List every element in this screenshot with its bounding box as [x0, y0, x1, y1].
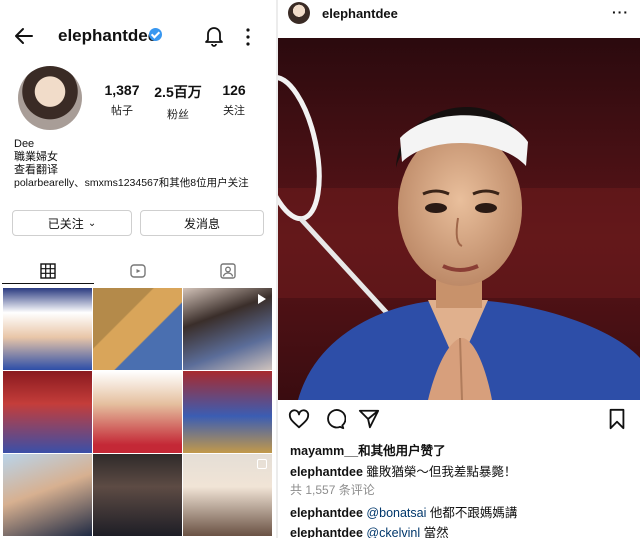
bio-title: 職業婦女 — [14, 151, 58, 163]
comment-mention[interactable]: @ckelvinl — [366, 526, 420, 538]
see-translation-link[interactable]: 查看翻译 — [14, 164, 249, 177]
likes-rest: 和其他用户赞了 — [358, 444, 446, 458]
view-comments-link[interactable]: 共 1,557 条评论 — [290, 481, 375, 498]
profile-header: elephantdee — [0, 18, 276, 54]
tagged-icon — [220, 263, 236, 279]
verified-badge-icon — [149, 28, 162, 41]
grid-post[interactable] — [93, 371, 182, 453]
caption-user[interactable]: elephantdee — [290, 465, 363, 479]
profile-bio: Dee 職業婦女 查看翻译 polarbearelly、smxms1234567… — [14, 138, 249, 190]
stat-posts-value: 1,387 — [104, 82, 140, 98]
grid-post[interactable] — [3, 288, 92, 370]
grid-post[interactable] — [183, 454, 272, 536]
stat-posts[interactable]: 1,387 帖子 — [96, 82, 148, 118]
comment-text: 當然 — [420, 526, 449, 538]
stat-posts-label: 帖子 — [111, 105, 133, 117]
grid-post[interactable] — [183, 371, 272, 453]
tab-tagged[interactable] — [182, 258, 274, 284]
stat-followers-value: 2.5百万 — [154, 84, 202, 100]
post-photo-image — [278, 38, 640, 400]
post-author-avatar[interactable] — [288, 2, 310, 24]
grid-post[interactable] — [93, 288, 182, 370]
stat-following[interactable]: 126 关注 — [208, 82, 260, 118]
post-header: elephantdee ··· — [278, 0, 640, 30]
comment-text: 他都不跟媽媽講 — [426, 506, 518, 520]
more-options-icon[interactable] — [244, 27, 252, 47]
stat-following-label: 关注 — [223, 105, 245, 117]
post-actions — [278, 408, 640, 432]
tab-reels[interactable] — [92, 258, 184, 284]
back-arrow-icon[interactable] — [12, 24, 36, 48]
stat-followers-label: 粉丝 — [167, 109, 189, 121]
video-icon — [258, 294, 266, 304]
grid-post[interactable] — [183, 288, 272, 370]
profile-avatar[interactable] — [18, 66, 82, 130]
stat-following-value: 126 — [222, 82, 246, 98]
comment-icon[interactable] — [324, 408, 346, 430]
comment-user[interactable]: elephantdee — [290, 526, 363, 538]
following-button-label: 已关注 — [47, 216, 84, 231]
post-caption: elephantdee 雖敗猶榮～但我差點暴斃！ — [290, 461, 516, 480]
message-button[interactable]: 发消息 — [140, 210, 264, 236]
post-panel: elephantdee ··· mayamm__和其他用户赞了 elephant… — [278, 0, 640, 538]
grid-post[interactable] — [3, 371, 92, 453]
chevron-down-icon: ⌄ — [87, 217, 97, 229]
comment-mention[interactable]: @bonatsai — [366, 506, 426, 520]
multi-photo-icon — [257, 459, 267, 469]
followed-by-text[interactable]: polarbearelly、smxms1234567和其他8位用户关注 — [14, 177, 249, 190]
bookmark-icon[interactable] — [606, 408, 628, 430]
post-photo[interactable] — [278, 38, 640, 400]
post-grid — [3, 288, 273, 538]
bio-name: Dee — [14, 138, 35, 150]
likes-user[interactable]: mayamm__ — [290, 444, 358, 458]
tab-grid[interactable] — [2, 258, 94, 284]
share-send-icon[interactable] — [358, 408, 380, 430]
comment-item: elephantdee @ckelvinl 當然 — [290, 522, 449, 538]
message-button-label: 发消息 — [183, 216, 220, 231]
grid-post[interactable] — [93, 454, 182, 536]
comment-item: elephantdee @bonatsai 他都不跟媽媽講 — [290, 502, 517, 521]
post-more-icon[interactable]: ··· — [612, 4, 629, 20]
comment-user[interactable]: elephantdee — [290, 506, 363, 520]
grid-icon — [40, 262, 56, 279]
stat-followers[interactable]: 2.5百万 粉丝 — [152, 82, 204, 122]
likes-line[interactable]: mayamm__和其他用户赞了 — [290, 440, 446, 459]
profile-tabs — [0, 258, 276, 284]
profile-username: elephantdee — [58, 26, 158, 45]
following-button[interactable]: 已关注 ⌄ — [12, 210, 132, 236]
reels-icon — [130, 264, 146, 278]
notification-bell-icon[interactable] — [204, 25, 224, 47]
post-author-username[interactable]: elephantdee — [322, 6, 398, 21]
caption-text: 雖敗猶榮～但我差點暴斃！ — [366, 465, 517, 479]
like-heart-icon[interactable] — [288, 408, 310, 430]
grid-post[interactable] — [3, 454, 92, 536]
profile-panel: elephantdee 1,387 帖子 2.5百万 粉丝 126 关注 Dee… — [0, 0, 276, 538]
